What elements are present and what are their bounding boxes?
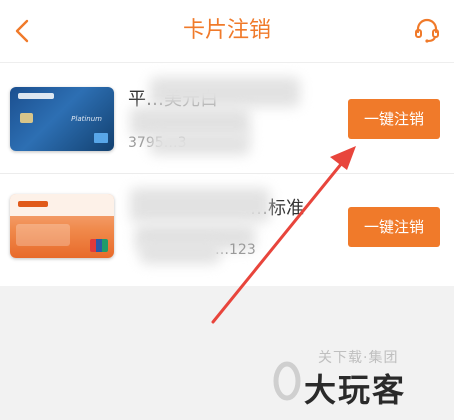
back-button[interactable] [8,14,36,48]
bank-card-image [10,194,114,258]
one-click-cancel-button[interactable]: 一键注销 [348,207,440,247]
card-row: …标准 …123 一键注销 [0,174,454,285]
watermark-brand: 大玩客 [304,371,407,409]
header: 卡片注销 [0,0,454,62]
card-number: …123 [215,242,256,258]
bank-card-image: Platinum [10,87,114,151]
amex-logo [94,133,108,143]
redaction-blur [140,242,220,264]
card-list: Platinum 平…美元白 3795…3 一键注销 …标准 …123 一键注销 [0,63,454,286]
card-chip [20,113,33,123]
redaction-blur [150,133,250,155]
card-platinum-mark: Platinum [71,115,102,123]
bank-logo [18,201,48,207]
bank-logo [18,93,54,99]
watermark-logo-icon [273,361,301,401]
watermark-subtext: 关下载·集团 [318,350,399,366]
customer-service-button[interactable] [412,15,442,45]
card-brand-mark [16,224,70,246]
unionpay-logo [90,239,108,252]
one-click-cancel-button[interactable]: 一键注销 [348,99,440,139]
headset-icon [415,18,439,43]
card-row: Platinum 平…美元白 3795…3 一键注销 [0,63,454,174]
chevron-left-icon [15,19,29,43]
redaction-blur [150,77,300,107]
watermark: 关下载·集团 大玩客 [260,345,454,415]
page-title: 卡片注销 [182,18,271,43]
redaction-blur [130,188,270,222]
